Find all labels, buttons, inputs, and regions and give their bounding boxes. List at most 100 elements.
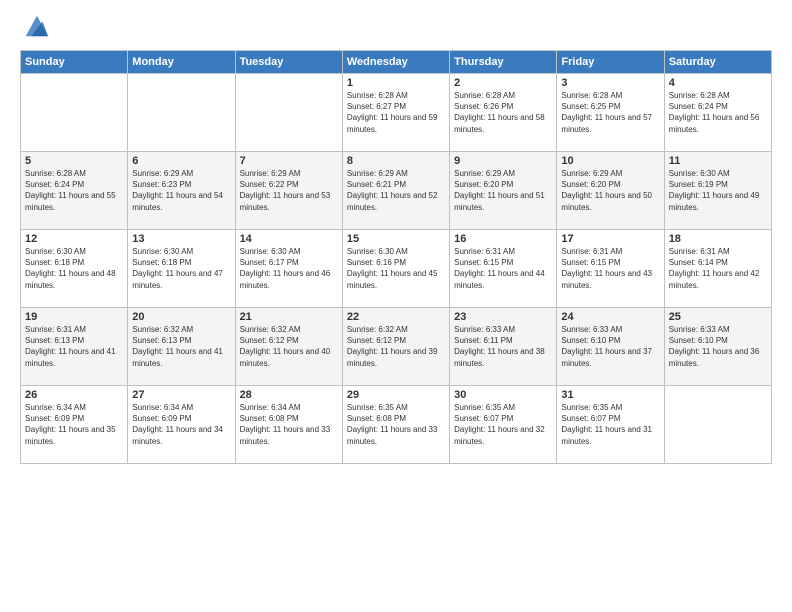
calendar-cell: 9Sunrise: 6:29 AMSunset: 6:20 PMDaylight… xyxy=(450,152,557,230)
calendar-week-3: 12Sunrise: 6:30 AMSunset: 6:18 PMDayligh… xyxy=(21,230,772,308)
calendar-cell: 11Sunrise: 6:30 AMSunset: 6:19 PMDayligh… xyxy=(664,152,771,230)
calendar-page: SundayMondayTuesdayWednesdayThursdayFrid… xyxy=(0,0,792,612)
day-number: 18 xyxy=(669,233,767,245)
day-info: Sunrise: 6:28 AMSunset: 6:24 PMDaylight:… xyxy=(669,90,767,135)
day-info: Sunrise: 6:29 AMSunset: 6:21 PMDaylight:… xyxy=(347,168,445,213)
day-number: 2 xyxy=(454,77,552,89)
calendar-week-4: 19Sunrise: 6:31 AMSunset: 6:13 PMDayligh… xyxy=(21,308,772,386)
day-info: Sunrise: 6:31 AMSunset: 6:14 PMDaylight:… xyxy=(669,246,767,291)
calendar-cell: 25Sunrise: 6:33 AMSunset: 6:10 PMDayligh… xyxy=(664,308,771,386)
day-number: 13 xyxy=(132,233,230,245)
calendar-cell xyxy=(664,386,771,464)
day-info: Sunrise: 6:30 AMSunset: 6:17 PMDaylight:… xyxy=(240,246,338,291)
calendar-cell xyxy=(21,74,128,152)
day-number: 27 xyxy=(132,389,230,401)
day-number: 7 xyxy=(240,155,338,167)
day-number: 19 xyxy=(25,311,123,323)
day-number: 10 xyxy=(561,155,659,167)
calendar-cell: 1Sunrise: 6:28 AMSunset: 6:27 PMDaylight… xyxy=(342,74,449,152)
calendar-cell: 30Sunrise: 6:35 AMSunset: 6:07 PMDayligh… xyxy=(450,386,557,464)
calendar-cell: 2Sunrise: 6:28 AMSunset: 6:26 PMDaylight… xyxy=(450,74,557,152)
day-number: 5 xyxy=(25,155,123,167)
calendar-table: SundayMondayTuesdayWednesdayThursdayFrid… xyxy=(20,50,772,464)
calendar-cell: 4Sunrise: 6:28 AMSunset: 6:24 PMDaylight… xyxy=(664,74,771,152)
calendar-cell: 22Sunrise: 6:32 AMSunset: 6:12 PMDayligh… xyxy=(342,308,449,386)
day-info: Sunrise: 6:31 AMSunset: 6:13 PMDaylight:… xyxy=(25,324,123,369)
day-info: Sunrise: 6:35 AMSunset: 6:07 PMDaylight:… xyxy=(454,402,552,447)
calendar-cell: 27Sunrise: 6:34 AMSunset: 6:09 PMDayligh… xyxy=(128,386,235,464)
day-number: 30 xyxy=(454,389,552,401)
calendar-cell: 21Sunrise: 6:32 AMSunset: 6:12 PMDayligh… xyxy=(235,308,342,386)
weekday-header-wednesday: Wednesday xyxy=(342,51,449,74)
day-info: Sunrise: 6:29 AMSunset: 6:20 PMDaylight:… xyxy=(454,168,552,213)
calendar-cell: 13Sunrise: 6:30 AMSunset: 6:18 PMDayligh… xyxy=(128,230,235,308)
header xyxy=(20,16,772,40)
calendar-cell: 17Sunrise: 6:31 AMSunset: 6:15 PMDayligh… xyxy=(557,230,664,308)
calendar-cell: 10Sunrise: 6:29 AMSunset: 6:20 PMDayligh… xyxy=(557,152,664,230)
calendar-cell: 5Sunrise: 6:28 AMSunset: 6:24 PMDaylight… xyxy=(21,152,128,230)
day-number: 29 xyxy=(347,389,445,401)
weekday-header-monday: Monday xyxy=(128,51,235,74)
day-info: Sunrise: 6:30 AMSunset: 6:18 PMDaylight:… xyxy=(132,246,230,291)
day-info: Sunrise: 6:35 AMSunset: 6:08 PMDaylight:… xyxy=(347,402,445,447)
calendar-week-1: 1Sunrise: 6:28 AMSunset: 6:27 PMDaylight… xyxy=(21,74,772,152)
calendar-cell: 26Sunrise: 6:34 AMSunset: 6:09 PMDayligh… xyxy=(21,386,128,464)
weekday-header-thursday: Thursday xyxy=(450,51,557,74)
calendar-cell: 14Sunrise: 6:30 AMSunset: 6:17 PMDayligh… xyxy=(235,230,342,308)
day-number: 20 xyxy=(132,311,230,323)
day-number: 17 xyxy=(561,233,659,245)
weekday-header-saturday: Saturday xyxy=(664,51,771,74)
calendar-cell: 7Sunrise: 6:29 AMSunset: 6:22 PMDaylight… xyxy=(235,152,342,230)
weekday-header-sunday: Sunday xyxy=(21,51,128,74)
calendar-cell: 12Sunrise: 6:30 AMSunset: 6:18 PMDayligh… xyxy=(21,230,128,308)
weekday-header-tuesday: Tuesday xyxy=(235,51,342,74)
calendar-week-5: 26Sunrise: 6:34 AMSunset: 6:09 PMDayligh… xyxy=(21,386,772,464)
calendar-cell: 6Sunrise: 6:29 AMSunset: 6:23 PMDaylight… xyxy=(128,152,235,230)
day-number: 31 xyxy=(561,389,659,401)
day-info: Sunrise: 6:28 AMSunset: 6:24 PMDaylight:… xyxy=(25,168,123,213)
day-info: Sunrise: 6:28 AMSunset: 6:25 PMDaylight:… xyxy=(561,90,659,135)
day-info: Sunrise: 6:33 AMSunset: 6:10 PMDaylight:… xyxy=(561,324,659,369)
day-info: Sunrise: 6:32 AMSunset: 6:12 PMDaylight:… xyxy=(240,324,338,369)
day-info: Sunrise: 6:33 AMSunset: 6:11 PMDaylight:… xyxy=(454,324,552,369)
calendar-cell: 8Sunrise: 6:29 AMSunset: 6:21 PMDaylight… xyxy=(342,152,449,230)
day-number: 23 xyxy=(454,311,552,323)
day-number: 25 xyxy=(669,311,767,323)
calendar-cell: 29Sunrise: 6:35 AMSunset: 6:08 PMDayligh… xyxy=(342,386,449,464)
day-info: Sunrise: 6:30 AMSunset: 6:19 PMDaylight:… xyxy=(669,168,767,213)
day-number: 24 xyxy=(561,311,659,323)
day-number: 28 xyxy=(240,389,338,401)
calendar-cell: 23Sunrise: 6:33 AMSunset: 6:11 PMDayligh… xyxy=(450,308,557,386)
logo xyxy=(20,16,50,40)
day-number: 3 xyxy=(561,77,659,89)
logo-icon xyxy=(22,12,50,40)
calendar-cell: 16Sunrise: 6:31 AMSunset: 6:15 PMDayligh… xyxy=(450,230,557,308)
day-number: 16 xyxy=(454,233,552,245)
day-info: Sunrise: 6:31 AMSunset: 6:15 PMDaylight:… xyxy=(454,246,552,291)
day-number: 22 xyxy=(347,311,445,323)
calendar-cell: 18Sunrise: 6:31 AMSunset: 6:14 PMDayligh… xyxy=(664,230,771,308)
calendar-cell: 15Sunrise: 6:30 AMSunset: 6:16 PMDayligh… xyxy=(342,230,449,308)
day-info: Sunrise: 6:32 AMSunset: 6:13 PMDaylight:… xyxy=(132,324,230,369)
calendar-cell: 31Sunrise: 6:35 AMSunset: 6:07 PMDayligh… xyxy=(557,386,664,464)
calendar-cell: 28Sunrise: 6:34 AMSunset: 6:08 PMDayligh… xyxy=(235,386,342,464)
calendar-cell xyxy=(235,74,342,152)
day-number: 6 xyxy=(132,155,230,167)
day-number: 26 xyxy=(25,389,123,401)
day-info: Sunrise: 6:34 AMSunset: 6:08 PMDaylight:… xyxy=(240,402,338,447)
day-number: 9 xyxy=(454,155,552,167)
day-info: Sunrise: 6:34 AMSunset: 6:09 PMDaylight:… xyxy=(132,402,230,447)
calendar-cell: 20Sunrise: 6:32 AMSunset: 6:13 PMDayligh… xyxy=(128,308,235,386)
day-number: 1 xyxy=(347,77,445,89)
day-number: 15 xyxy=(347,233,445,245)
calendar-cell xyxy=(128,74,235,152)
day-info: Sunrise: 6:31 AMSunset: 6:15 PMDaylight:… xyxy=(561,246,659,291)
day-info: Sunrise: 6:32 AMSunset: 6:12 PMDaylight:… xyxy=(347,324,445,369)
day-info: Sunrise: 6:35 AMSunset: 6:07 PMDaylight:… xyxy=(561,402,659,447)
day-number: 4 xyxy=(669,77,767,89)
calendar-cell: 24Sunrise: 6:33 AMSunset: 6:10 PMDayligh… xyxy=(557,308,664,386)
weekday-header-friday: Friday xyxy=(557,51,664,74)
calendar-cell: 3Sunrise: 6:28 AMSunset: 6:25 PMDaylight… xyxy=(557,74,664,152)
day-info: Sunrise: 6:34 AMSunset: 6:09 PMDaylight:… xyxy=(25,402,123,447)
day-info: Sunrise: 6:29 AMSunset: 6:23 PMDaylight:… xyxy=(132,168,230,213)
